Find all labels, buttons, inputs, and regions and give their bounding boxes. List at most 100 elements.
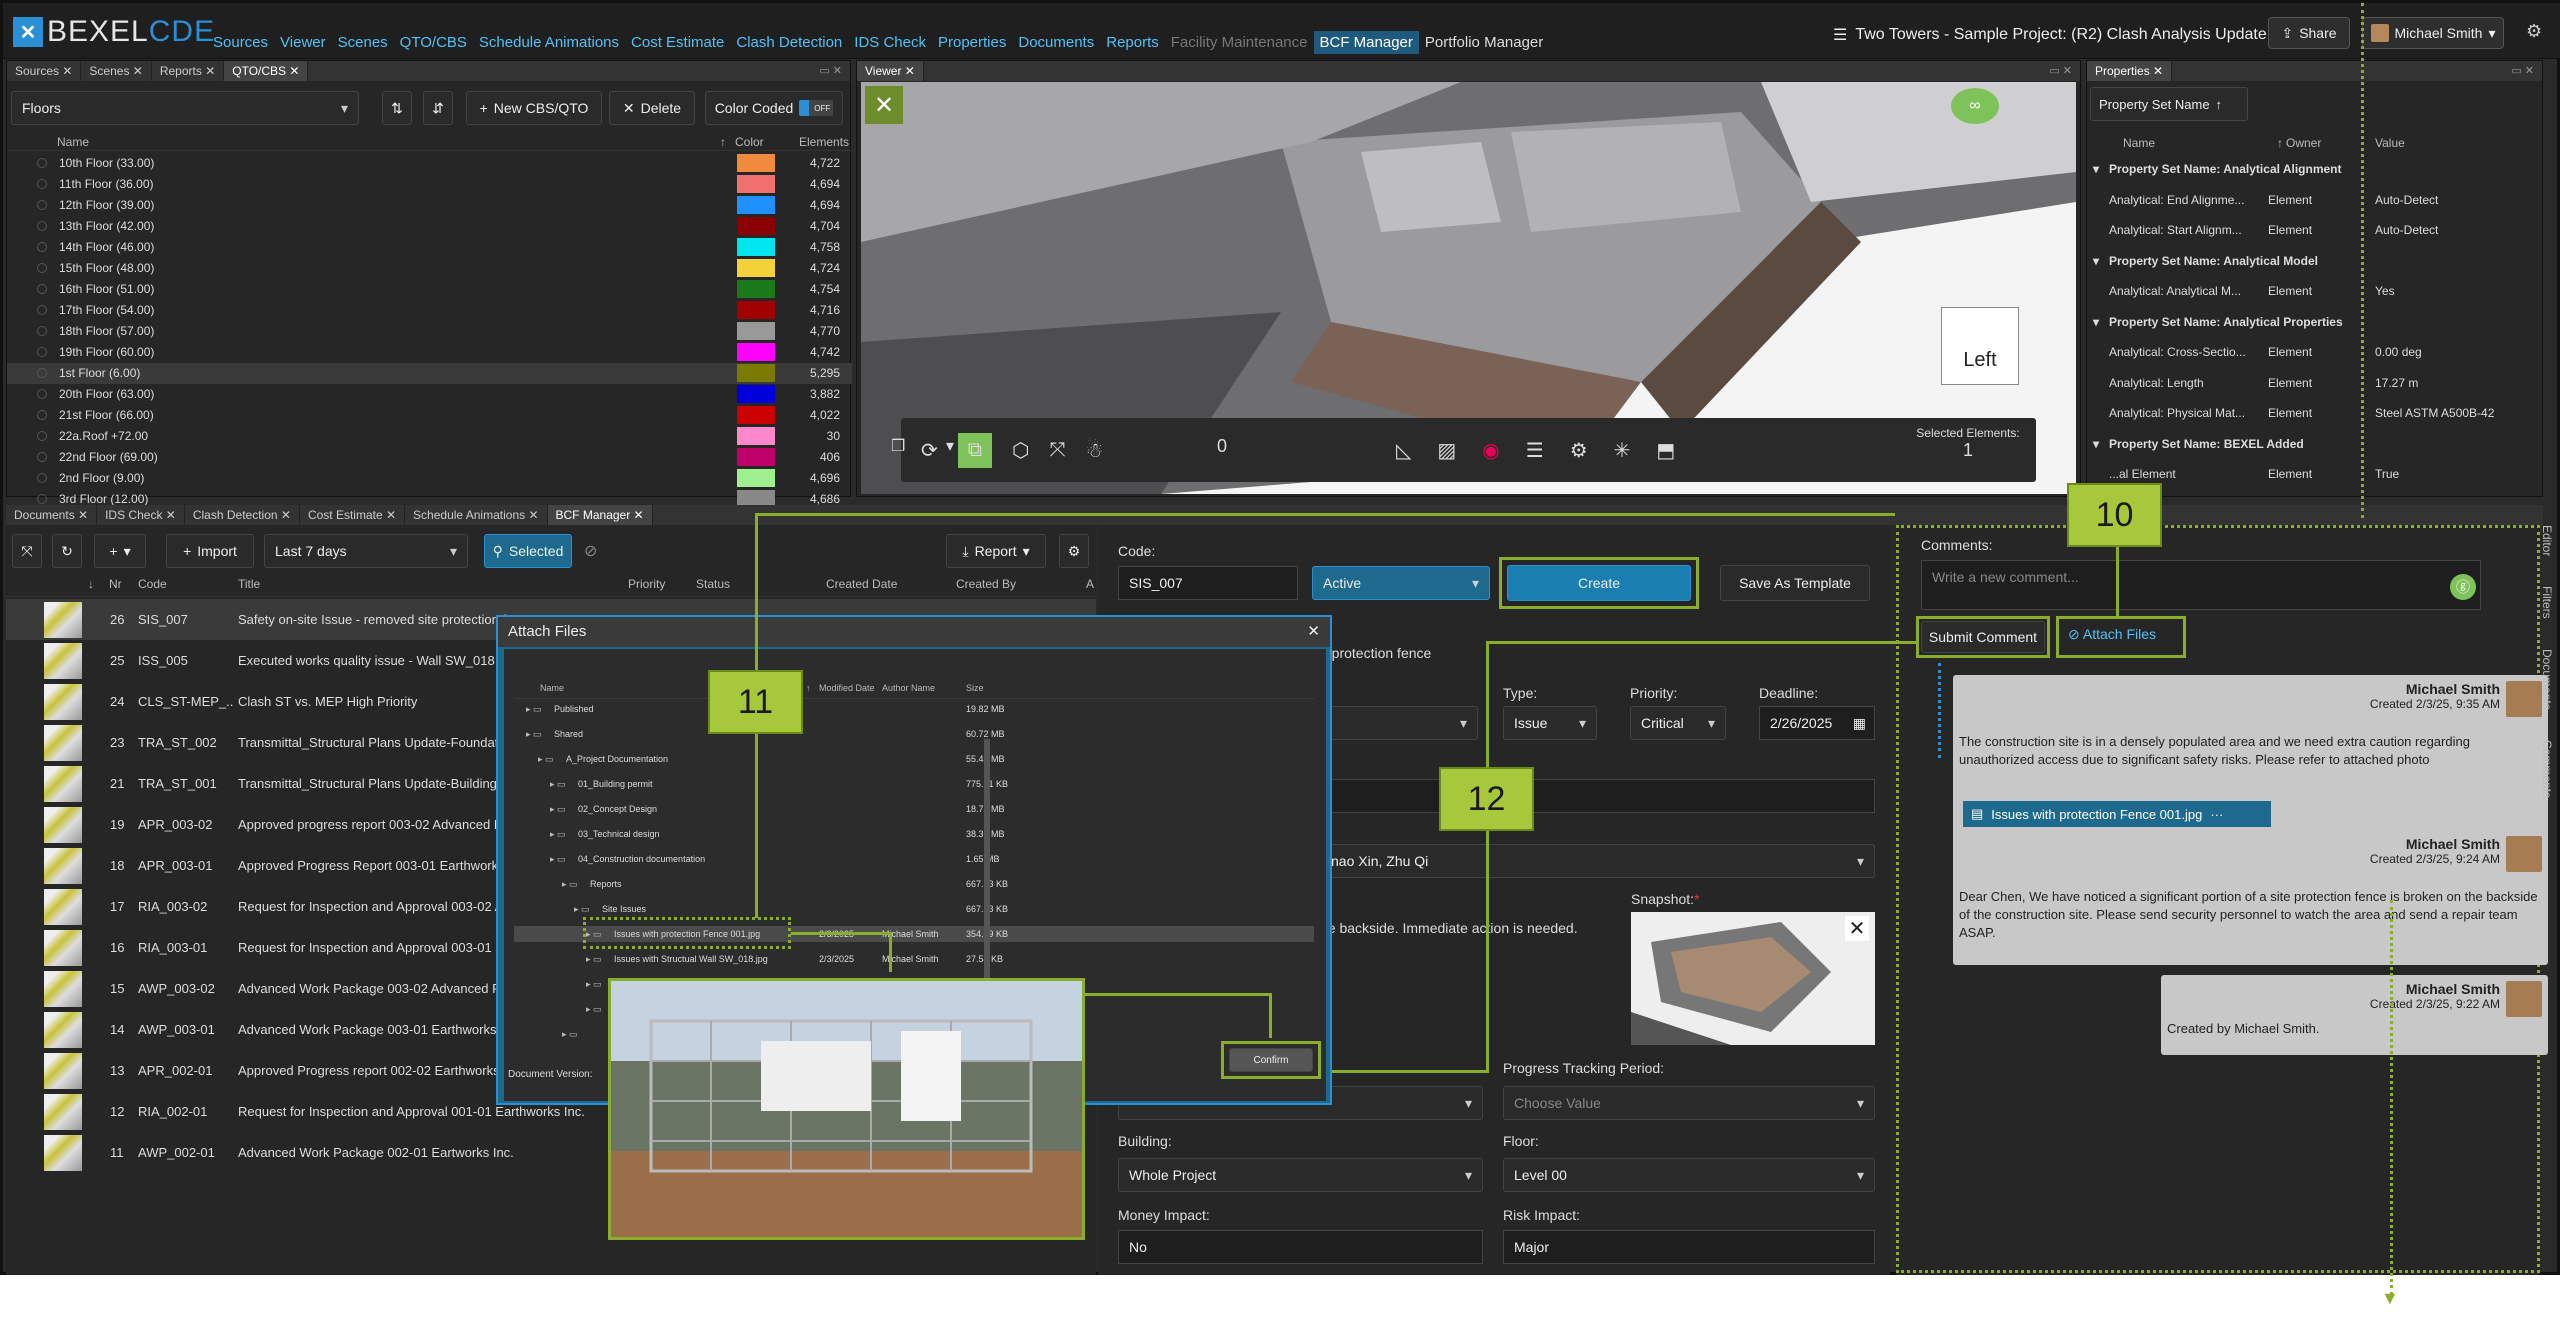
sort-desc-button[interactable]: ⇵ <box>423 91 453 125</box>
radio-button[interactable] <box>37 263 47 274</box>
new-cbs-qto-button[interactable]: + New CBS/QTO <box>466 91 602 125</box>
collapse-button[interactable]: ⤧ <box>12 534 42 568</box>
settings-gear-icon[interactable]: ⚙ <box>2526 21 2542 42</box>
risk-impact-field[interactable]: Major <box>1503 1230 1875 1264</box>
code-field[interactable]: SIS_007 <box>1118 566 1298 600</box>
file-row[interactable]: ▸ ▭ 04_Construction documentation 1.65 MB <box>514 851 1314 867</box>
radio-button[interactable] <box>37 221 47 232</box>
radio-button[interactable] <box>37 242 47 253</box>
radio-button[interactable] <box>37 368 47 379</box>
property-row[interactable]: Analytical: Analytical M... Element Yes <box>2087 281 2544 302</box>
nav-item[interactable]: Sources <box>207 31 274 54</box>
radio-button[interactable] <box>37 200 47 211</box>
tab-scenes[interactable]: Scenes ✕ <box>81 61 152 81</box>
close-snapshot-icon[interactable]: ✕ <box>1845 916 1869 941</box>
more-icon[interactable]: ··· <box>2210 807 2223 822</box>
status-dropdown[interactable]: Active <box>1312 566 1490 600</box>
qto-row[interactable]: 2nd Floor (9.00) 4,696 <box>7 468 852 489</box>
file-row[interactable]: ▸ ▭ A_Project Documentation 55.49 MB <box>514 751 1314 767</box>
tab-clashdetection[interactable]: Clash Detection ✕ <box>185 505 300 525</box>
fit-icon[interactable]: ⤧ <box>1050 439 1066 462</box>
property-row[interactable]: Analytical: Cross-Sectio... Element 0.00 d… <box>2087 342 2544 363</box>
create-button[interactable]: Create <box>1507 565 1691 601</box>
chevron-down-icon[interactable]: ▾ <box>2093 254 2099 268</box>
hide-icon[interactable]: ⬒ <box>1656 438 1675 463</box>
close-tab-icon[interactable]: ✕ <box>162 508 176 522</box>
nav-item[interactable]: IDS Check <box>848 31 932 54</box>
explode-icon[interactable]: ✳ <box>1614 438 1631 463</box>
close-tab-icon[interactable]: ✕ <box>630 508 644 522</box>
nav-item[interactable]: Documents <box>1012 31 1100 54</box>
radio-button[interactable] <box>37 179 47 190</box>
tab-idscheck[interactable]: IDS Check ✕ <box>97 505 185 525</box>
file-row[interactable]: ▸ ▭ Published 19.82 MB <box>514 701 1314 717</box>
report-button[interactable]: ⤓ Report ▾ <box>946 534 1046 568</box>
radio-button[interactable] <box>37 494 47 505</box>
nav-item[interactable]: Cost Estimate <box>625 31 730 54</box>
tab-sources[interactable]: Sources ✕ <box>7 61 82 81</box>
close-tab-icon[interactable]: ✕ <box>59 64 72 78</box>
floors-dropdown[interactable]: Floors <box>11 91 359 125</box>
radio-button[interactable] <box>37 326 47 337</box>
tab-bcfmanager[interactable]: BCF Manager ✕ <box>547 505 653 525</box>
hidden-dropdown[interactable] <box>1320 706 1478 740</box>
side-tab-comments[interactable]: Comments <box>2540 740 2554 798</box>
radio-button[interactable] <box>37 473 47 484</box>
chevron-down-icon[interactable]: ▾ <box>946 436 954 456</box>
close-tab-icon[interactable]: ✕ <box>202 64 215 78</box>
qto-row[interactable]: 22nd Floor (69.00) 406 <box>7 447 852 468</box>
nav-item[interactable]: Reports <box>1100 31 1165 54</box>
new-comment-input[interactable]: Write a new comment... <box>1921 560 2481 610</box>
qto-row[interactable]: 20th Floor (63.00) 3,882 <box>7 384 852 405</box>
submit-comment-button[interactable]: Submit Comment <box>1921 621 2045 653</box>
side-tab-documents[interactable]: Documents <box>2540 649 2554 710</box>
qto-row[interactable]: 22a.Roof +72.00 30 <box>7 426 852 447</box>
panel-pin-icon[interactable]: ▭ ✕ <box>819 64 842 77</box>
radio-button[interactable] <box>37 284 47 295</box>
nav-item[interactable]: Schedule Animations <box>473 31 625 54</box>
nav-item[interactable]: Scenes <box>332 31 394 54</box>
nav-item[interactable]: QTO/CBS <box>394 31 473 54</box>
qto-row[interactable]: 11th Floor (36.00) 4,694 <box>7 174 852 195</box>
attach-files-link[interactable]: ⊘ Attach Files <box>2068 626 2156 643</box>
tab-properties[interactable]: Properties ✕ <box>2087 61 2173 81</box>
qto-row[interactable]: 17th Floor (54.00) 4,716 <box>7 300 852 321</box>
tab-documents[interactable]: Documents ✕ <box>6 505 98 525</box>
qto-row[interactable]: 21st Floor (66.00) 4,022 <box>7 405 852 426</box>
selected-filter-button[interactable]: ⚲ Selected <box>484 534 572 568</box>
type-dropdown[interactable]: Issue <box>1503 706 1597 740</box>
delete-button[interactable]: ✕ Delete <box>609 91 695 125</box>
property-row[interactable]: Analytical: End Alignme... Element Auto-De… <box>2087 190 2544 211</box>
gear-icon[interactable]: ⚙ <box>1570 438 1588 463</box>
qto-row[interactable]: 15th Floor (48.00) 4,724 <box>7 258 852 279</box>
file-row[interactable]: ▸ ▭ 02_Concept Design 18.73 MB <box>514 801 1314 817</box>
qto-row[interactable]: 13th Floor (42.00) 4,704 <box>7 216 852 237</box>
chevron-down-icon[interactable]: ▾ <box>2093 315 2099 329</box>
confirm-button[interactable]: Confirm <box>1229 1048 1313 1072</box>
tab-reports[interactable]: Reports ✕ <box>152 61 225 81</box>
priority-dropdown[interactable]: Critical <box>1630 706 1726 740</box>
tab-scheduleanimations[interactable]: Schedule Animations ✕ <box>405 505 548 525</box>
chevron-down-icon[interactable]: ▾ <box>2093 162 2099 176</box>
qto-row[interactable]: 19th Floor (60.00) 4,742 <box>7 342 852 363</box>
clear-filter-icon[interactable]: ⊘ <box>584 541 597 561</box>
radio-button[interactable] <box>37 158 47 169</box>
list-icon[interactable]: ☰ <box>1526 438 1544 463</box>
cube-icon[interactable]: ❒ <box>891 436 905 456</box>
qto-row[interactable]: 1st Floor (6.00) 5,295 <box>7 363 852 384</box>
comment-attachment[interactable]: ▤ Issues with protection Fence 001.jpg ··· <box>1963 801 2271 827</box>
nav-item[interactable]: Facility Maintenance <box>1165 31 1314 54</box>
file-row[interactable]: ▸ ▭ Site Issues 667.13 KB <box>514 901 1314 917</box>
perspective-icon[interactable]: ⬡ <box>1012 438 1029 463</box>
property-row[interactable]: Analytical: Length Element 17.27 m <box>2087 373 2544 394</box>
side-tab-editor[interactable]: Editor <box>2540 525 2554 556</box>
close-tab-icon[interactable]: ✕ <box>525 508 538 522</box>
close-tab-icon[interactable]: ✕ <box>286 64 299 78</box>
nav-item[interactable]: Properties <box>932 31 1012 54</box>
qto-row[interactable]: 18th Floor (57.00) 4,770 <box>7 321 852 342</box>
color-coded-toggle[interactable]: Color Coded OFF <box>705 91 843 125</box>
nav-item[interactable]: Viewer <box>274 31 332 54</box>
vr-goggles-icon[interactable]: ∞ <box>1951 88 1999 124</box>
qto-row[interactable]: 10th Floor (33.00) 4,722 <box>7 153 852 174</box>
color-wheel-icon[interactable]: ◉ <box>1482 438 1499 463</box>
